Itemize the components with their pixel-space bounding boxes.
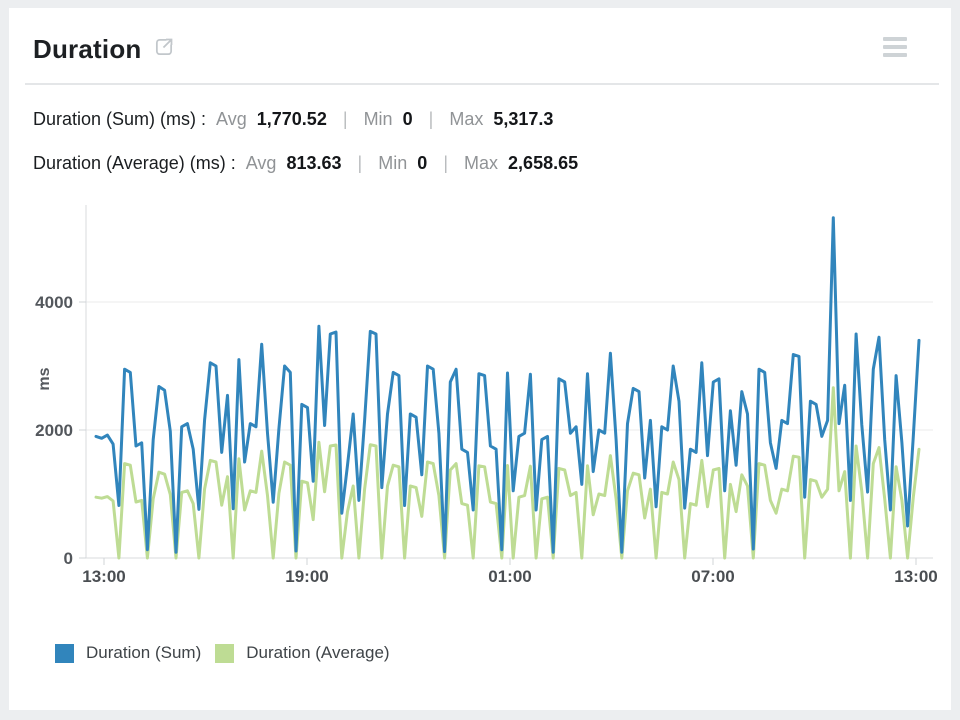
x-tick-label: 07:00 [691, 567, 734, 586]
y-tick-label: 2000 [35, 421, 73, 440]
duration-widget-card: Duration Duration (Sum) (ms) : Avg 1,770… [9, 8, 951, 710]
page-background: { "header": { "title": "Duration" }, "st… [0, 0, 960, 720]
y-tick-label: 4000 [35, 293, 73, 312]
y-tick-label: 0 [64, 549, 73, 568]
x-tick-label: 19:00 [285, 567, 328, 586]
duration-line-chart[interactable]: 0 2000 4000 13:00 19:00 01:00 07:00 13:00 ms [9, 8, 951, 710]
y-axis-unit-label: ms [36, 367, 53, 390]
legend-item-average[interactable]: Duration (Average) [215, 643, 389, 663]
x-tick-label: 13:00 [82, 567, 125, 586]
legend-swatch-sum [55, 644, 74, 663]
legend-item-sum[interactable]: Duration (Sum) [55, 643, 201, 663]
x-tick-label: 13:00 [894, 567, 937, 586]
legend-label-sum: Duration (Sum) [86, 643, 201, 663]
legend-swatch-average [215, 644, 234, 663]
chart-legend: Duration (Sum) Duration (Average) [55, 643, 404, 663]
x-tick-label: 01:00 [488, 567, 531, 586]
series-line-sum[interactable] [96, 218, 919, 553]
legend-label-average: Duration (Average) [246, 643, 389, 663]
